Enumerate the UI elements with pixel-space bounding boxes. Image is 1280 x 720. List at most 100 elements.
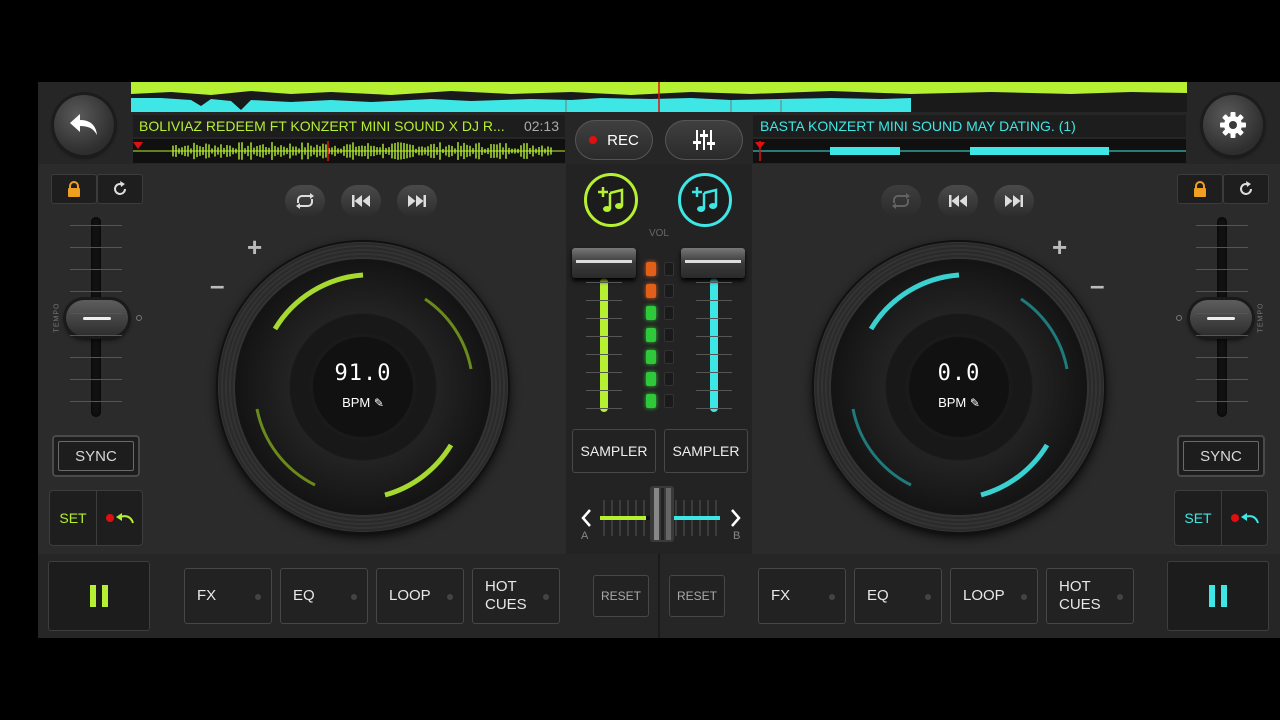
deck-b-vinyl[interactable]: 0.0 BPM ✎ (831, 259, 1087, 515)
repeat-icon (296, 193, 314, 209)
tempo-tick (1196, 357, 1248, 358)
deck-b-level-led (664, 284, 674, 298)
indicator-dot (1021, 594, 1027, 600)
deck-a-pitch-minus-icon[interactable]: – (210, 270, 224, 301)
deck-b-waveform[interactable] (753, 139, 1186, 163)
deck-a-level-led (646, 284, 656, 298)
deck-a-volume-knob[interactable] (572, 248, 636, 278)
deck-b-cue-return-button[interactable] (1222, 491, 1268, 545)
deck-a-bpm-edit-button[interactable]: BPM ✎ (313, 395, 413, 410)
deck-a-reset-tempo-button[interactable] (97, 174, 143, 204)
deck-a-waveform[interactable] (133, 139, 565, 163)
gear-icon (1220, 112, 1246, 138)
tempo-tick (1196, 225, 1248, 226)
deck-b-volume-level (710, 278, 718, 412)
deck-a-reset-button[interactable]: RESET (593, 575, 649, 617)
deck-a-play-pause-button[interactable] (48, 561, 150, 631)
crossfader-right-icon (731, 509, 741, 527)
indicator-dot (1117, 594, 1123, 600)
deck-b-sampler-button[interactable]: SAMPLER (664, 429, 748, 473)
deck-b-add-music-button[interactable] (678, 173, 732, 227)
pencil-icon: ✎ (969, 396, 980, 410)
tempo-tick (1196, 313, 1248, 314)
deck-a-loop-button[interactable]: LOOP (376, 568, 464, 624)
deck-a-bpm-value: 91.0 (334, 361, 392, 386)
deck-a-sampler-button[interactable]: SAMPLER (572, 429, 656, 473)
deck-a-cue-return-button[interactable] (97, 491, 143, 545)
deck-b-sync-button[interactable]: SYNC (1177, 435, 1265, 477)
volume-tick (696, 336, 732, 337)
deck-a-set-button[interactable]: SET (50, 491, 96, 545)
deck-b-reset-button[interactable]: RESET (669, 575, 725, 617)
deck-b-hot-cues-button[interactable]: HOT CUES (1046, 568, 1134, 624)
deck-b-lock-button[interactable] (1177, 174, 1223, 204)
deck-a-add-music-button[interactable] (584, 173, 638, 227)
volume-tick (586, 408, 622, 409)
crossfader[interactable] (574, 486, 746, 546)
volume-tick (586, 372, 622, 373)
deck-b-turntable[interactable]: 0.0 BPM ✎ (814, 242, 1104, 532)
deck-a-fx-button[interactable]: FX (184, 568, 272, 624)
deck-b-reset-tempo-button[interactable] (1223, 174, 1269, 204)
deck-a-title-bar: BOLIVIAZ REDEEM FT KONZERT MINI SOUND X … (133, 115, 565, 137)
volume-tick (586, 300, 622, 301)
volume-tick (696, 354, 732, 355)
deck-b-fx-button[interactable]: FX (758, 568, 846, 624)
back-button[interactable] (54, 95, 114, 155)
deck-b-level-led (664, 394, 674, 408)
rec-button[interactable]: REC (575, 120, 653, 160)
deck-a-level-led (646, 306, 656, 320)
tempo-tick (1196, 269, 1248, 270)
deck-a-tempo-label: TEMPO (53, 302, 61, 333)
deck-b-bpm-edit-button[interactable]: BPM ✎ (909, 395, 1009, 410)
fx-label: FX (197, 587, 217, 604)
deck-a-track-title: BOLIVIAZ REDEEM FT KONZERT MINI SOUND X … (139, 118, 505, 134)
lock-icon (68, 181, 80, 197)
deck-b-set-button[interactable]: SET (1175, 491, 1221, 545)
deck-a-hot-cues-button[interactable]: HOT CUES (472, 568, 560, 624)
deck-a-previous-button[interactable] (341, 185, 381, 217)
deck-b-play-pause-button[interactable] (1167, 561, 1269, 631)
sliders-icon (693, 130, 715, 150)
deck-b-title-bar: BASTA KONZERT MINI SOUND MAY DATING. (1) (753, 115, 1186, 137)
deck-b-volume-knob[interactable] (681, 248, 745, 278)
tempo-tick (1196, 401, 1248, 402)
mixer-settings-button[interactable] (665, 120, 743, 160)
settings-button[interactable] (1203, 95, 1263, 155)
deck-b-tempo-knob[interactable] (1190, 300, 1252, 336)
deck-b-volume-track[interactable] (710, 272, 718, 412)
deck-a-sync-button[interactable]: SYNC (52, 435, 140, 477)
deck-a-level-led (646, 328, 656, 342)
overview-waveform[interactable] (131, 82, 1187, 112)
deck-b-level-led (664, 328, 674, 342)
deck-a-tempo-knob[interactable] (66, 300, 128, 336)
deck-b-previous-button[interactable] (938, 185, 978, 217)
rec-label: REC (607, 131, 639, 149)
deck-a-next-button[interactable] (397, 185, 437, 217)
tempo-tick (1196, 335, 1248, 336)
deck-a-eq-button[interactable]: EQ (280, 568, 368, 624)
loop-label: LOOP (963, 587, 1005, 604)
add-music-icon (692, 187, 718, 212)
deck-b-eq-button[interactable]: EQ (854, 568, 942, 624)
dj-app: BOLIVIAZ REDEEM FT KONZERT MINI SOUND X … (38, 82, 1280, 638)
deck-a-volume-track[interactable] (600, 272, 608, 412)
deck-a-lock-button[interactable] (51, 174, 97, 204)
deck-a-turntable[interactable]: 91.0 BPM ✎ (218, 242, 508, 532)
deck-a-vinyl[interactable]: 91.0 BPM ✎ (235, 259, 491, 515)
deck-b-bpm-label: BPM (938, 395, 967, 410)
tempo-tick (1196, 291, 1248, 292)
deck-a-loop-toggle-button[interactable] (285, 185, 325, 217)
indicator-dot (925, 594, 931, 600)
deck-b-loop-button[interactable]: LOOP (950, 568, 1038, 624)
deck-b-next-button[interactable] (994, 185, 1034, 217)
volume-tick (586, 318, 622, 319)
deck-a-level-led (646, 372, 656, 386)
deck-b-loop-toggle-button[interactable] (881, 185, 921, 217)
deck-b-level-led (664, 350, 674, 364)
volume-tick (586, 354, 622, 355)
volume-tick (586, 390, 622, 391)
deck-b-pitch-minus-icon[interactable]: – (1090, 270, 1104, 301)
record-return-icon (1231, 513, 1259, 524)
hot-cues-label: HOT CUES (485, 569, 527, 623)
